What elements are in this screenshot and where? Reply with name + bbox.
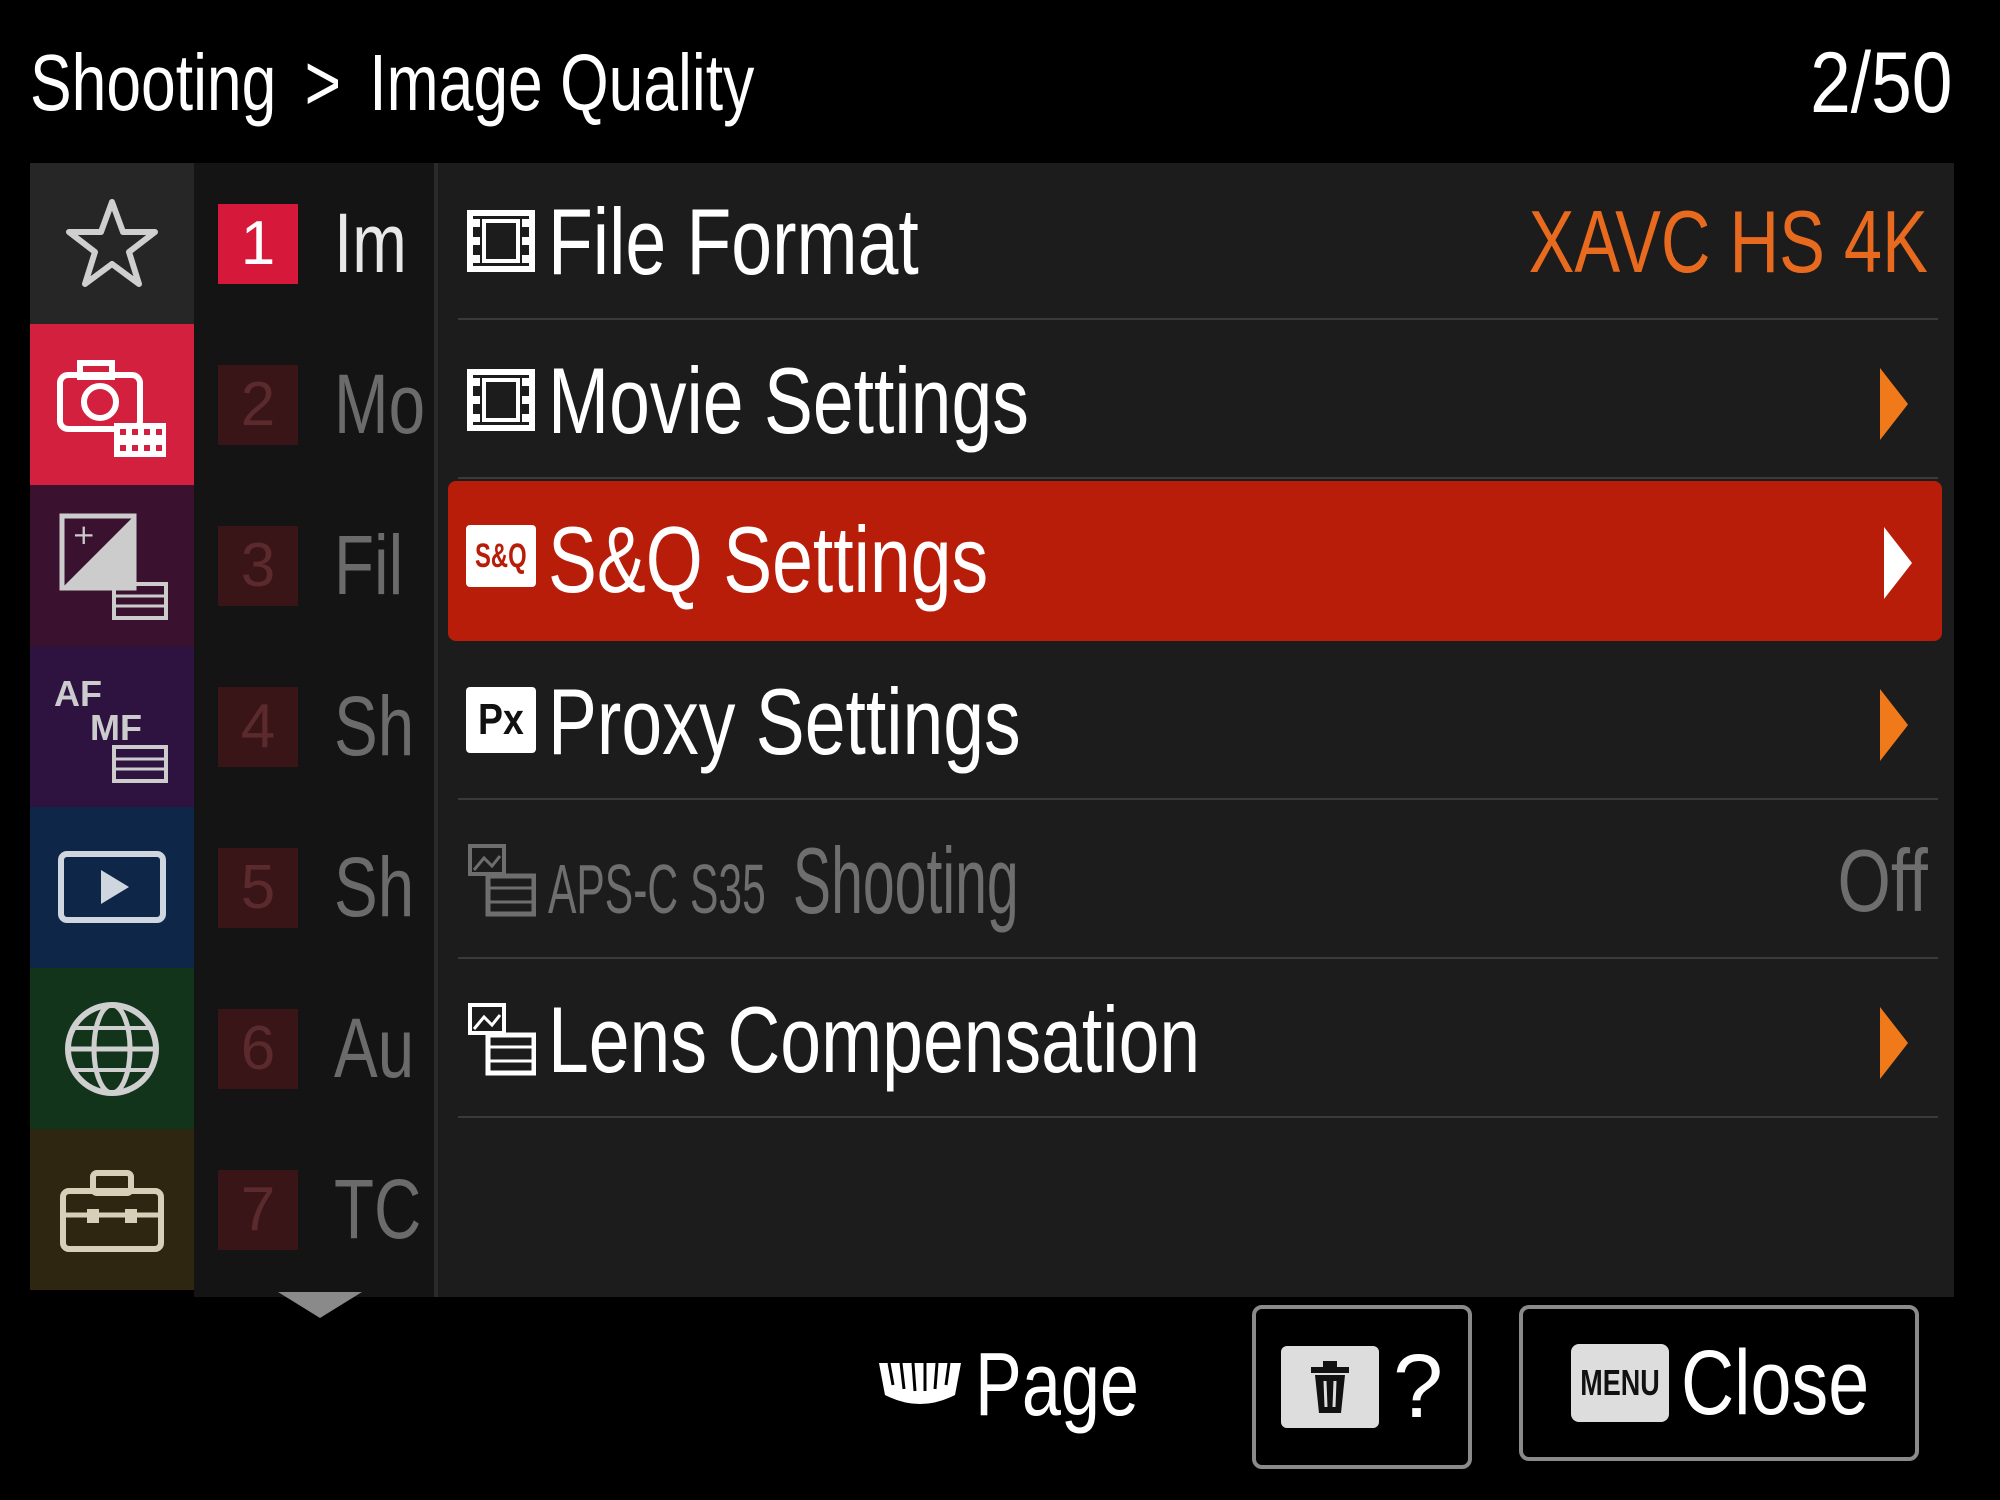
category-network[interactable] xyxy=(30,968,194,1129)
category-favorites[interactable] xyxy=(30,163,194,324)
submenu-arrow-icon xyxy=(1880,689,1908,761)
category-focus[interactable]: AF MF xyxy=(30,646,194,807)
page-name: Sh xyxy=(334,679,415,773)
page-number: 7 xyxy=(218,1169,298,1250)
menu-items-panel: File Format XAVC HS 4K Movie Settings S&… xyxy=(434,163,1954,1297)
page-item[interactable]: 1 Im xyxy=(218,163,427,324)
playback-icon xyxy=(58,850,166,923)
divider xyxy=(458,477,1938,479)
exposure-movie-icon: + xyxy=(59,513,168,620)
page-name: Im xyxy=(334,196,407,290)
page-hint-label: Page xyxy=(975,1334,1139,1435)
item-label: Movie Settings xyxy=(548,347,1029,453)
divider xyxy=(458,1116,1938,1118)
submenu-arrow-icon xyxy=(1884,527,1912,599)
item-label: S&Q Settings xyxy=(548,506,989,612)
scroll-down-icon[interactable] xyxy=(278,1292,362,1318)
item-label: Shooting xyxy=(792,827,1019,933)
submenu-arrow-icon xyxy=(1880,1007,1908,1079)
dial-icon xyxy=(879,1362,961,1404)
category-exposure[interactable]: + xyxy=(30,485,194,646)
category-setup[interactable] xyxy=(30,1129,194,1290)
menu-item-movie-settings[interactable]: Movie Settings xyxy=(448,322,1938,479)
close-button[interactable]: MENU Close xyxy=(1519,1305,1919,1461)
page-title: Image Quality xyxy=(369,38,755,127)
camera-movie-icon xyxy=(57,359,166,457)
trash-icon xyxy=(1280,1346,1379,1428)
page-item[interactable]: 5 Sh xyxy=(218,807,434,968)
movie-film-icon xyxy=(467,210,535,272)
page-number: 6 xyxy=(218,1008,298,1089)
af-mf-movie-icon: AF MF xyxy=(52,667,172,787)
page-item[interactable]: 3 Fil xyxy=(218,485,423,646)
page-list: 1 Im 2 Mo 3 Fil 4 Sh 5 Sh 6 Au 7 TC xyxy=(194,163,434,1297)
divider xyxy=(458,318,1938,320)
divider xyxy=(458,798,1938,800)
menu-item-apsc-s35-shooting[interactable]: APS-C S35 Shooting Off xyxy=(448,802,1938,959)
page-counter: 2/50 xyxy=(1809,34,1952,131)
item-label: Proxy Settings xyxy=(548,668,1021,774)
star-icon xyxy=(66,198,158,287)
menu-item-lens-compensation[interactable]: Lens Compensation xyxy=(448,961,1938,1118)
page-name: Au xyxy=(334,1001,415,1095)
movie-film-icon xyxy=(467,369,535,431)
page-item[interactable]: 4 Sh xyxy=(218,646,434,807)
page-hint: Page xyxy=(875,1320,1185,1450)
toolbox-icon xyxy=(60,1169,164,1252)
svg-text:+: + xyxy=(72,518,95,551)
page-name: Fil xyxy=(334,518,404,612)
page-item[interactable]: 6 Au xyxy=(218,968,434,1129)
breadcrumb-separator: > xyxy=(304,38,342,127)
menu-item-proxy-settings[interactable]: Px Proxy Settings xyxy=(448,643,1938,800)
page-item[interactable]: 2 Mo xyxy=(218,324,434,485)
item-label: File Format xyxy=(548,188,919,294)
page-number: 1 xyxy=(218,203,298,284)
network-globe-icon xyxy=(65,1001,159,1096)
still-movie-icon xyxy=(468,1003,536,1076)
still-movie-icon xyxy=(468,844,536,917)
divider xyxy=(458,957,1938,959)
page-number: 2 xyxy=(218,364,298,445)
category-shooting[interactable] xyxy=(30,324,194,485)
item-prefix: APS-C S35 xyxy=(548,849,766,928)
submenu-arrow-icon xyxy=(1880,368,1908,440)
category-strip: + AF MF xyxy=(30,163,194,1297)
help-label: ? xyxy=(1392,1336,1444,1437)
category-playback[interactable] xyxy=(30,807,194,968)
page-name: Sh xyxy=(334,840,415,934)
menu-item-file-format[interactable]: File Format XAVC HS 4K xyxy=(448,163,1938,320)
menu-button-icon: MENU xyxy=(1571,1344,1669,1422)
page-item[interactable]: 7 TC xyxy=(218,1129,434,1290)
item-value: Off xyxy=(1837,830,1928,930)
delete-help-button[interactable]: ? xyxy=(1252,1305,1472,1469)
item-value: XAVC HS 4K xyxy=(1528,191,1928,291)
page-number: 5 xyxy=(218,847,298,928)
breadcrumb: Shooting > Image Quality xyxy=(30,28,959,138)
item-label: Lens Compensation xyxy=(548,986,1201,1092)
breadcrumb-parent: Shooting xyxy=(30,38,277,127)
page-number: 3 xyxy=(218,525,298,606)
proxy-icon: Px xyxy=(466,687,536,753)
page-number: 4 xyxy=(218,686,298,767)
close-label: Close xyxy=(1681,1331,1870,1434)
sq-icon: S&Q xyxy=(466,525,536,587)
page-name: TC xyxy=(334,1162,422,1256)
page-name: Mo xyxy=(334,357,426,451)
menu-item-sq-settings[interactable]: S&Q S&Q Settings xyxy=(448,481,1942,641)
